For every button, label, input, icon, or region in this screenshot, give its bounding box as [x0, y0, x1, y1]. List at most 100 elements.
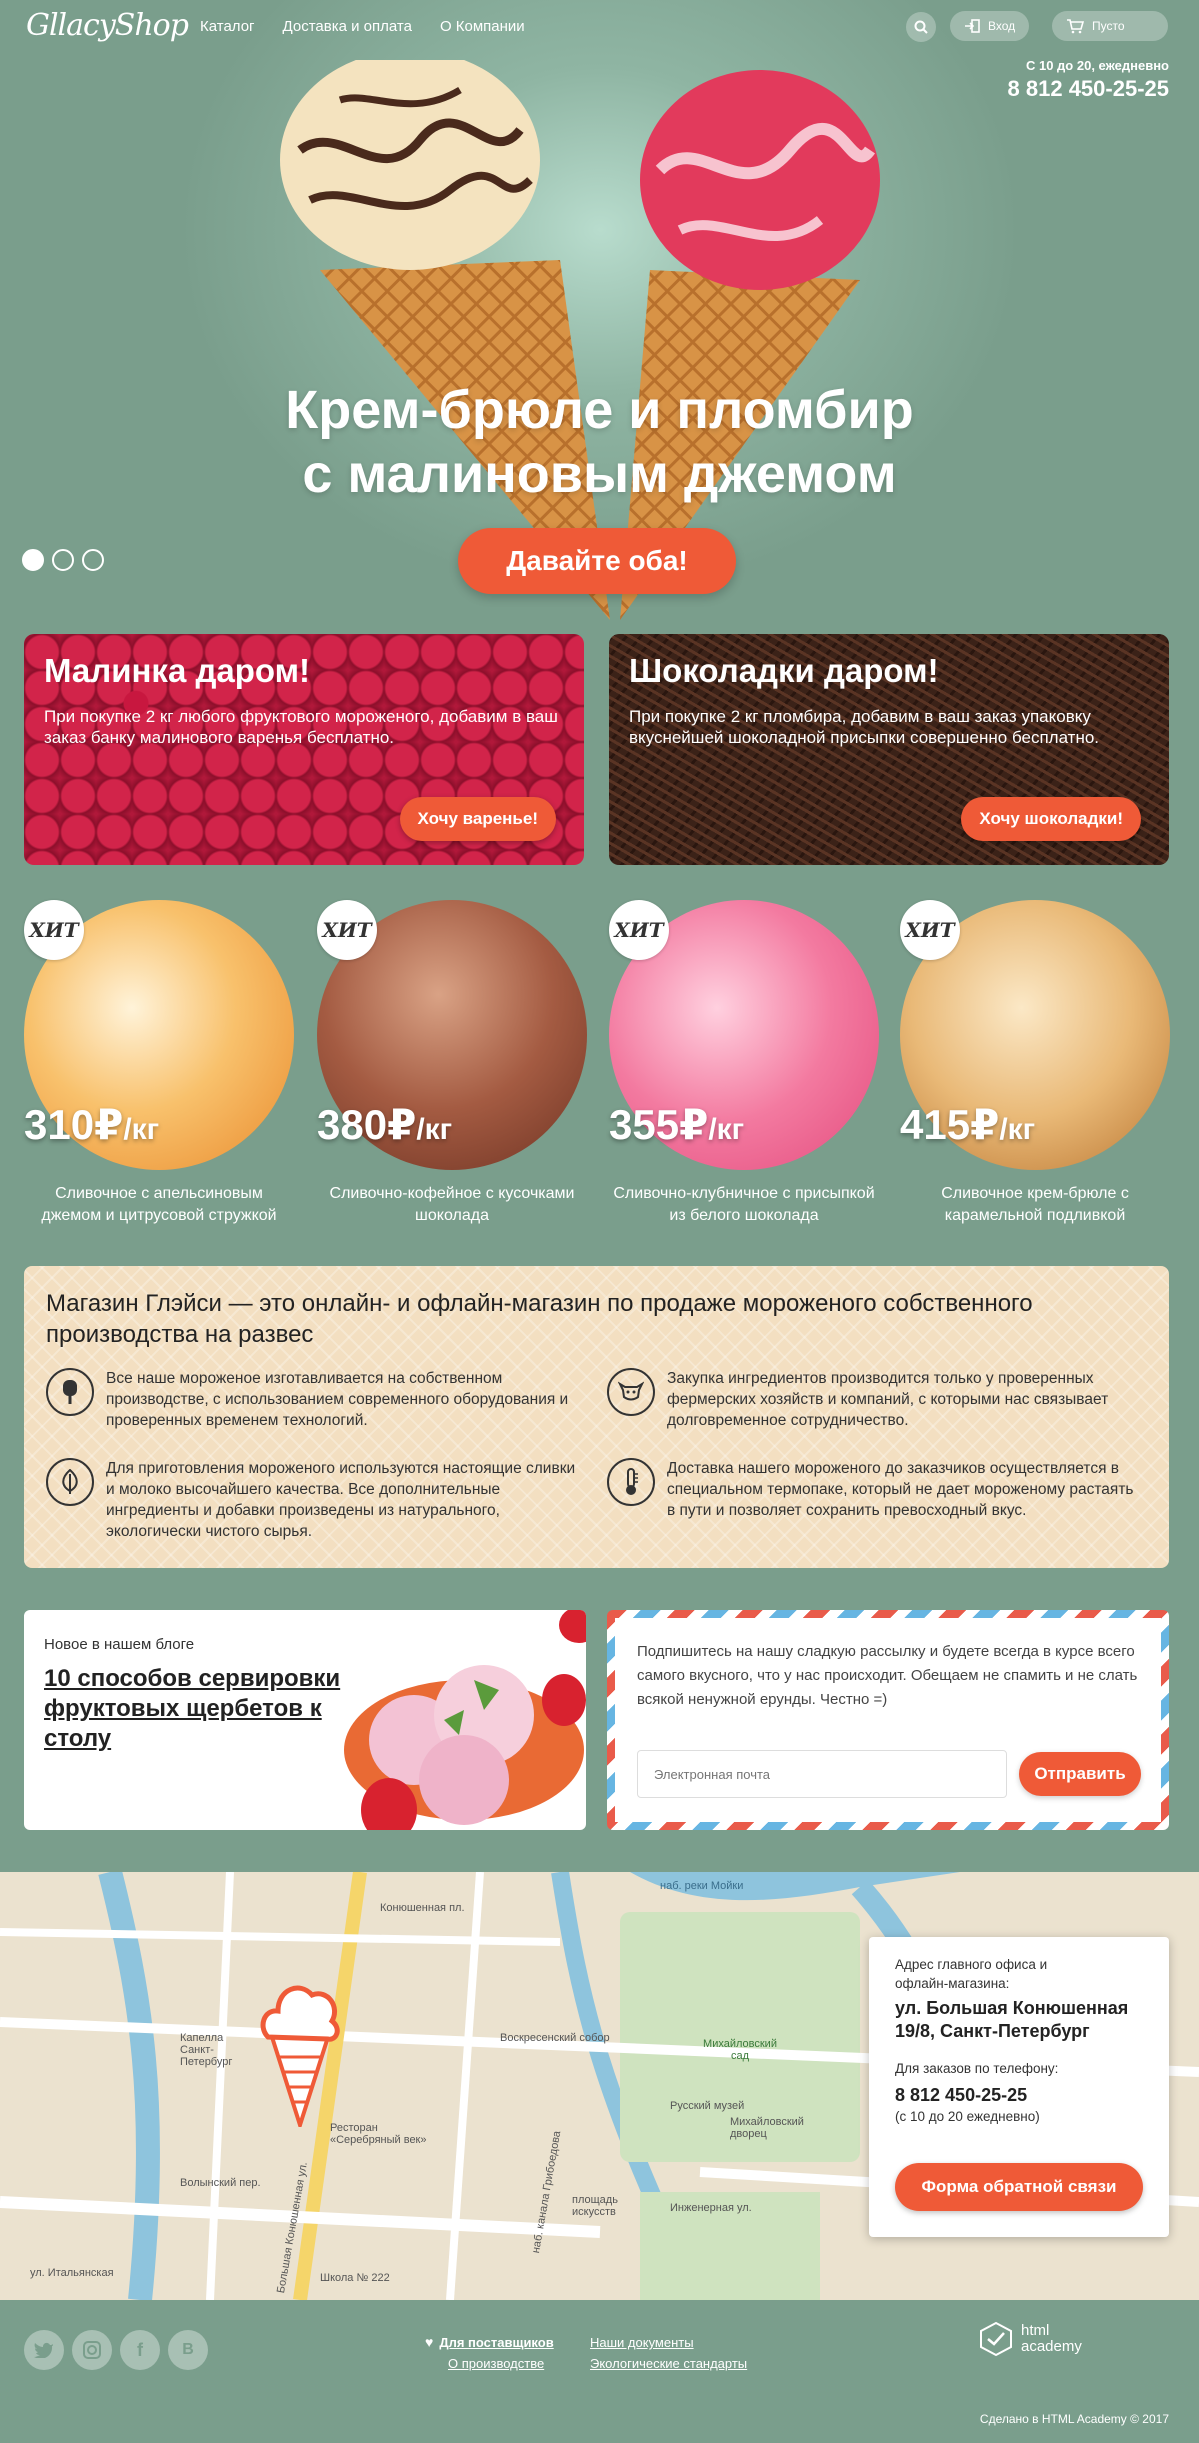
working-hours: С 10 до 20, ежедневно: [1025, 58, 1169, 73]
phone-label: Для заказов по телефону:: [895, 2061, 1059, 2076]
login-button[interactable]: Вход: [950, 11, 1030, 41]
map-label: Русский музей: [670, 2100, 745, 2112]
promo-raspberry: Малинка даром! При покупке 2 кг любого ф…: [24, 634, 584, 865]
search-button[interactable]: [906, 12, 936, 42]
map-label: Капелла Санкт-Петербург: [180, 2032, 233, 2068]
cart-icon: [1067, 18, 1084, 33]
feature-text: Для приготовления мороженого используютс…: [106, 1460, 576, 1540]
twitter-icon[interactable]: [24, 2330, 64, 2370]
map-label: ул. Итальянская: [30, 2267, 114, 2279]
price-value: 355: [609, 1101, 680, 1148]
slider-dot-2[interactable]: [52, 549, 74, 571]
logo[interactable]: GllacyShop: [26, 8, 189, 43]
promo-chocolate: Шоколадки даром! При покупке 2 кг пломби…: [609, 634, 1169, 865]
sorbet-image: [344, 1610, 586, 1830]
contact-hours: (с 10 до 20 ежедневно): [895, 2109, 1040, 2124]
price-unit: /кг: [708, 1113, 745, 1146]
slider-dot-3[interactable]: [82, 549, 104, 571]
map-label: площадь искусств: [572, 2194, 618, 2218]
production-link[interactable]: О производстве: [448, 2356, 544, 2371]
map-label: Михайловский дворец: [730, 2116, 804, 2140]
price-unit: /кг: [416, 1113, 453, 1146]
main-nav: Каталог Доставка и оплата О Компании: [200, 18, 525, 35]
slider-dots: [22, 549, 104, 571]
documents-link[interactable]: Наши документы: [590, 2335, 694, 2350]
blog-card[interactable]: Новое в нашем блоге 10 способов сервиров…: [24, 1610, 586, 1830]
email-input[interactable]: [637, 1750, 1007, 1798]
blog-label: Новое в нашем блоге: [44, 1636, 195, 1653]
slider-dot-1[interactable]: [22, 549, 44, 571]
nav-about[interactable]: О Компании: [440, 18, 525, 35]
map-label: Конюшенная пл.: [380, 1902, 465, 1914]
product-price: 415₽/кг: [900, 1100, 1035, 1149]
price-unit: /кг: [999, 1113, 1036, 1146]
eco-standards-link[interactable]: Экологические стандарты: [590, 2356, 747, 2371]
about-section: Магазин Глэйси — это онлайн- и офлайн-ма…: [24, 1266, 1169, 1568]
feature-delivery: Доставка нашего мороженого до заказчиков…: [607, 1458, 1137, 1521]
feedback-form-button[interactable]: Форма обратной связи: [895, 2163, 1143, 2211]
hit-badge: ХИТ: [609, 900, 669, 960]
search-icon: [914, 20, 928, 34]
address: ул. Большая Конюшенная 19/8, Санкт-Петер…: [895, 1998, 1129, 2041]
hit-badge: ХИТ: [900, 900, 960, 960]
academy-logo-icon: [980, 2321, 1012, 2357]
contact-phone[interactable]: 8 812 450-25-25: [895, 2084, 1143, 2107]
suppliers-link[interactable]: Для поставщиков: [439, 2335, 553, 2350]
hero-cta-button[interactable]: Давайте оба!: [458, 528, 736, 594]
login-icon: [965, 19, 980, 33]
price-currency: ₽: [387, 1101, 417, 1148]
product-price: 310₽/кг: [24, 1100, 159, 1149]
made-by: Сделано в HTML Academy © 2017: [979, 2412, 1169, 2426]
price-currency: ₽: [94, 1101, 124, 1148]
product-name[interactable]: Сливочное с апельсиновым джемом и цитрус…: [24, 1183, 294, 1227]
product-name[interactable]: Сливочно-клубничное с присыпкой из белог…: [609, 1183, 879, 1227]
price-currency: ₽: [679, 1101, 709, 1148]
hero-title: Крем-брюле и пломбир с малиновым джемом: [0, 378, 1199, 506]
price-value: 415: [900, 1101, 971, 1148]
product-price: 380₽/кг: [317, 1100, 452, 1149]
map-label: Михайловский сад: [703, 2038, 777, 2062]
price-currency: ₽: [970, 1101, 1000, 1148]
suppliers-link-wrap[interactable]: ♥ Для поставщиков: [425, 2334, 554, 2350]
academy-logo[interactable]: html academy: [979, 2321, 1101, 2357]
price-value: 310: [24, 1101, 95, 1148]
hero-title-line1: Крем-брюле и пломбир: [285, 380, 914, 440]
feature-quality: Для приготовления мороженого используютс…: [46, 1458, 576, 1542]
product-name[interactable]: Сливочное крем-брюле с карамельной подли…: [900, 1183, 1170, 1227]
promo-chocolate-button[interactable]: Хочу шоколадки!: [961, 797, 1141, 841]
hit-badge: ХИТ: [24, 900, 84, 960]
cart-button[interactable]: Пусто: [1052, 11, 1168, 41]
feature-ingredients: Закупка ингредиентов производится только…: [607, 1368, 1137, 1431]
map-label: Инженерная ул.: [670, 2202, 752, 2214]
map-label: Ресторан «Серебряный век»: [330, 2122, 427, 2146]
map-marker-icon[interactable]: [258, 1977, 342, 2127]
map-label: Школа № 222: [320, 2272, 390, 2284]
academy-label: html academy: [1021, 2322, 1082, 2355]
feature-text: Доставка нашего мороженого до заказчиков…: [667, 1460, 1134, 1519]
subscribe-card: Подпишитесь на нашу сладкую рассылку и б…: [607, 1610, 1169, 1830]
promo-chocolate-title: Шоколадки даром!: [629, 652, 939, 689]
subscribe-button[interactable]: Отправить: [1019, 1752, 1141, 1796]
nav-delivery[interactable]: Доставка и оплата: [283, 18, 412, 35]
promo-raspberry-text: При покупке 2 кг любого фруктового морож…: [44, 707, 558, 747]
feature-production: Все наше мороженое изготавливается на со…: [46, 1368, 576, 1431]
address-label: Адрес главного офиса и офлайн-магазина:: [895, 1957, 1048, 1991]
header-phone[interactable]: 8 812 450-25-25: [1008, 76, 1169, 102]
vkontakte-icon[interactable]: B: [168, 2330, 208, 2370]
cow-icon: [607, 1368, 655, 1416]
price-value: 380: [317, 1101, 388, 1148]
popsicle-icon: [46, 1368, 94, 1416]
product-price: 355₽/кг: [609, 1100, 744, 1149]
promo-raspberry-button[interactable]: Хочу варенье!: [399, 797, 556, 841]
map-label: наб. реки Мойки: [660, 1880, 744, 1892]
hero-title-line2: с малиновым джемом: [302, 444, 897, 504]
nav-catalog[interactable]: Каталог: [200, 18, 255, 35]
facebook-icon[interactable]: f: [120, 2330, 160, 2370]
hit-badge: ХИТ: [317, 900, 377, 960]
instagram-icon[interactable]: [72, 2330, 112, 2370]
product-name[interactable]: Сливочно-кофейное с кусочками шоколада: [317, 1183, 587, 1227]
subscribe-text: Подпишитесь на нашу сладкую рассылку и б…: [637, 1643, 1138, 1708]
promo-raspberry-title: Малинка даром!: [44, 652, 311, 689]
subscribe-inner: Подпишитесь на нашу сладкую рассылку и б…: [615, 1618, 1161, 1822]
blog-title-link[interactable]: 10 способов сервировки фруктовых щербето…: [44, 1664, 344, 1754]
